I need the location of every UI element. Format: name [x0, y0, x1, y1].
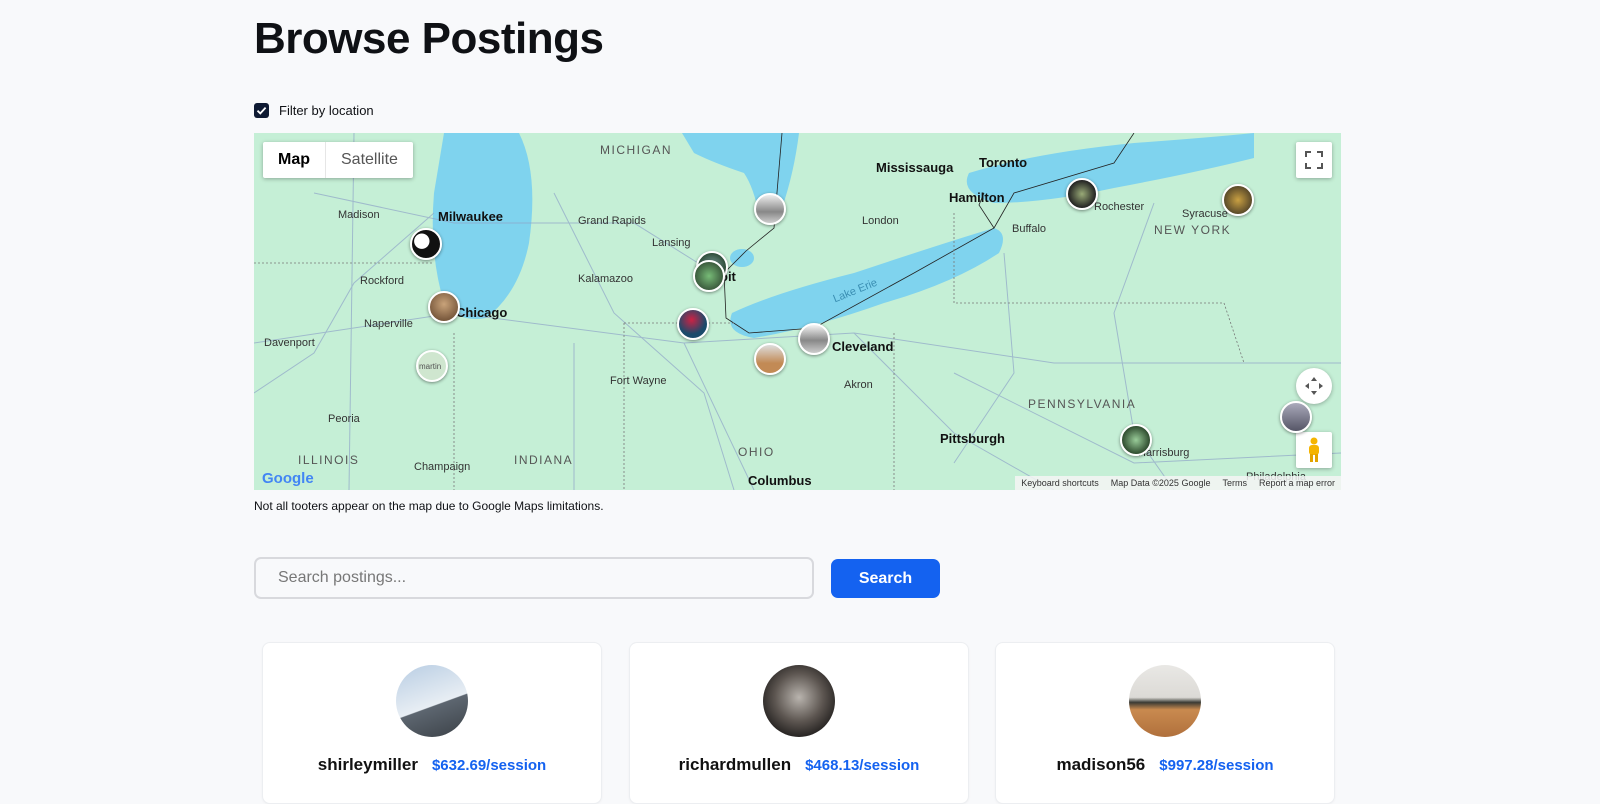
map-attribution: Keyboard shortcuts Map Data ©2025 Google… [1015, 476, 1341, 490]
map-data-text: Map Data ©2025 Google [1110, 478, 1211, 488]
map-label-milwaukee: Milwaukee [438, 209, 504, 224]
map-marker[interactable] [428, 291, 460, 323]
pan-arrows-icon [1305, 377, 1323, 395]
keyboard-shortcuts-link[interactable]: Keyboard shortcuts [1015, 476, 1105, 490]
posting-username[interactable]: shirleymiller [318, 755, 418, 775]
map-label-indiana: INDIANA [514, 453, 574, 467]
map-label-madison: Madison [338, 209, 380, 221]
map-label-grand-rapids: Grand Rapids [578, 215, 646, 227]
posting-price: $997.28/session [1159, 757, 1274, 774]
location-map[interactable]: Map Satellite MICHIGAN Mississauga Toron… [254, 133, 1341, 490]
map-label-peoria: Peoria [328, 413, 360, 425]
filter-checkbox[interactable] [254, 103, 269, 118]
posting-username[interactable]: richardmullen [679, 755, 791, 775]
avatar [1129, 665, 1201, 737]
map-label-columbus: Columbus [748, 473, 812, 488]
map-label-naperville: Naperville [364, 318, 413, 330]
camera-control-button[interactable] [1296, 368, 1332, 404]
map-label-toronto: Toronto [979, 155, 1028, 170]
map-label-syracuse: Syracuse [1182, 208, 1228, 220]
map-marker[interactable] [1120, 424, 1152, 456]
map-label-rockford: Rockford [360, 275, 405, 287]
street-view-pegman-button[interactable] [1296, 432, 1332, 468]
search-button[interactable]: Search [831, 559, 940, 598]
map-label-mississauga: Mississauga [876, 160, 954, 175]
map-label-hamilton: Hamilton [949, 190, 1005, 205]
map-label-fort-wayne: Fort Wayne [610, 375, 667, 387]
search-input[interactable] [254, 557, 814, 599]
map-marker[interactable] [754, 193, 786, 225]
map-label-pittsburgh: Pittsburgh [940, 431, 1005, 446]
map-label-london: London [862, 215, 899, 227]
map-marker-martin[interactable]: martin [416, 350, 448, 382]
map-limitation-note: Not all tooters appear on the map due to… [254, 499, 604, 513]
filter-label: Filter by location [279, 103, 374, 118]
map-label-cleveland: Cleveland [832, 339, 894, 354]
map-label-rochester: Rochester [1094, 201, 1145, 213]
map-marker[interactable] [410, 228, 442, 260]
map-label-new-york: NEW YORK [1154, 223, 1232, 237]
map-marker[interactable] [677, 308, 709, 340]
fullscreen-button[interactable] [1296, 142, 1332, 178]
map-type-control[interactable]: Map Satellite [263, 142, 413, 178]
map-marker[interactable] [1222, 184, 1254, 216]
map-label-buffalo: Buffalo [1012, 223, 1047, 235]
avatar [396, 665, 468, 737]
map-marker[interactable] [693, 260, 725, 292]
map-type-map-button[interactable]: Map [263, 142, 326, 178]
map-label-ohio: OHIO [738, 445, 775, 459]
map-label-champaign: Champaign [414, 461, 471, 473]
map-label-michigan: MICHIGAN [600, 143, 672, 157]
map-marker[interactable] [1280, 401, 1312, 433]
posting-username[interactable]: madison56 [1056, 755, 1145, 775]
fullscreen-icon [1305, 151, 1323, 169]
map-label-davenport: Davenport [264, 337, 315, 349]
posting-price: $468.13/session [805, 757, 920, 774]
marker-alt-text: martin [419, 362, 442, 371]
posting-price: $632.69/session [431, 757, 547, 774]
map-label-chicago: Chicago [456, 305, 508, 320]
map-type-satellite-button[interactable]: Satellite [326, 142, 413, 178]
map-label-lansing: Lansing [652, 237, 691, 249]
map-marker[interactable] [754, 343, 786, 375]
google-logo-text: Google [262, 470, 314, 487]
pegman-icon [1309, 437, 1319, 462]
map-marker[interactable] [798, 323, 830, 355]
filter-by-location[interactable]: Filter by location [254, 103, 374, 118]
map-label-pennsylvania: PENNSYLVANIA [1028, 397, 1137, 411]
check-icon [256, 106, 267, 115]
map-marker[interactable] [1066, 178, 1098, 210]
map-base [254, 133, 1341, 490]
google-logo: Google [262, 470, 314, 487]
map-label-akron: Akron [844, 379, 873, 391]
map-label-kalamazoo: Kalamazoo [578, 273, 634, 285]
page-title: Browse Postings [254, 14, 604, 63]
map-label-illinois: ILLINOIS [298, 453, 360, 467]
report-map-error-link[interactable]: Report a map error [1253, 476, 1341, 490]
terms-link[interactable]: Terms [1216, 476, 1253, 490]
avatar [763, 665, 835, 737]
